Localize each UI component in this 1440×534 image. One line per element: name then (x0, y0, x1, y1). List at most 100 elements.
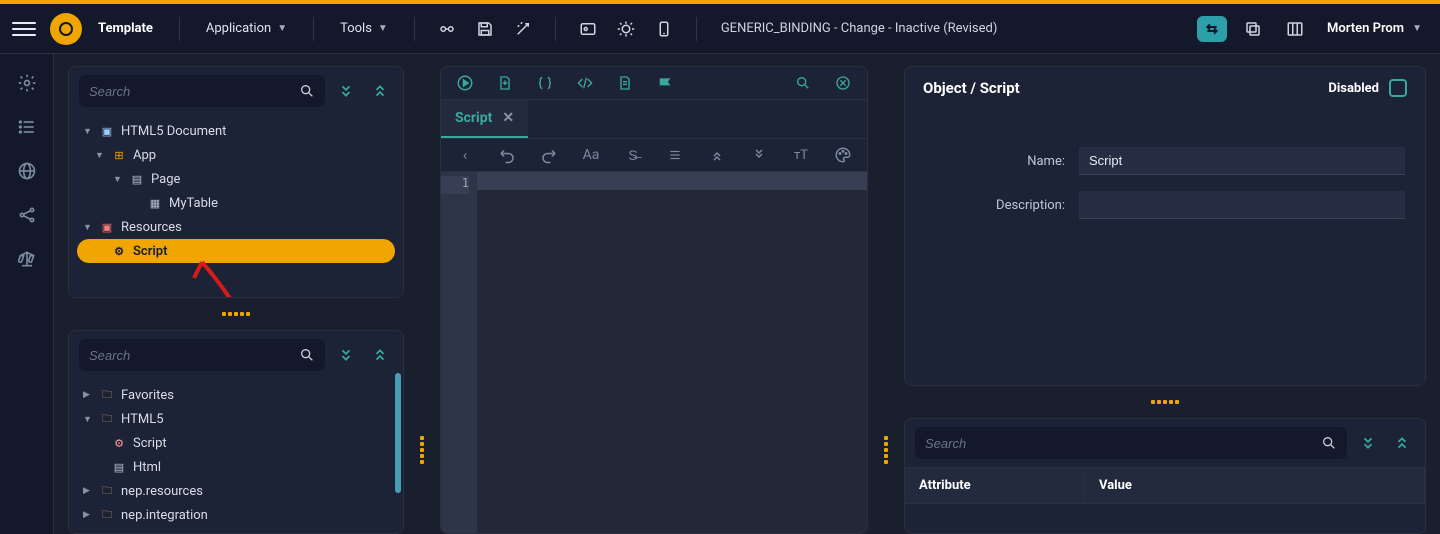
tree-root[interactable]: ▼ ▣ HTML5 Document (77, 119, 395, 143)
collapse-icon: ▼ (83, 126, 93, 137)
expand-icon: ▶ (83, 486, 93, 496)
flag-icon[interactable] (655, 73, 675, 93)
structure-search-input[interactable] (89, 84, 291, 99)
chevron-left-icon[interactable]: ‹ (455, 145, 475, 165)
name-input[interactable] (1079, 147, 1405, 175)
desc-label: Description: (925, 198, 1065, 213)
code-body[interactable] (477, 172, 867, 533)
structure-search[interactable] (79, 75, 325, 107)
expand-icon: ▶ (83, 510, 93, 520)
col-value[interactable]: Value (1085, 468, 1425, 503)
tree-script-item[interactable]: ⚙ Script (77, 431, 395, 455)
tree-nep-integration[interactable]: ▶ 🗀 nep.integration (77, 503, 395, 527)
left-column: ▼ ▣ HTML5 Document ▼ ⊞ App ▼ ▤ Page (68, 66, 404, 534)
collapse-all-icon[interactable] (333, 78, 359, 104)
col-attribute[interactable]: Attribute (905, 468, 1085, 503)
text-toolbar: ‹ Aa S̶ (441, 139, 867, 172)
separator (313, 17, 314, 41)
search-icon[interactable] (793, 73, 813, 93)
components-search-input[interactable] (89, 348, 291, 363)
tree-html-item[interactable]: ▤ Html (77, 455, 395, 479)
structure-panel: ▼ ▣ HTML5 Document ▼ ⊞ App ▼ ▤ Page (68, 66, 404, 298)
scrollbar-thumb[interactable] (395, 373, 401, 493)
text-size-icon[interactable]: тT (791, 145, 811, 165)
preview-icon[interactable] (572, 13, 604, 45)
braces-icon[interactable] (535, 73, 555, 93)
list-icon[interactable] (16, 116, 38, 138)
desc-input[interactable] (1079, 191, 1405, 219)
run-icon[interactable] (455, 73, 475, 93)
wand-icon[interactable] (507, 13, 539, 45)
attributes-search-input[interactable] (925, 436, 1313, 451)
collapse-all-icon[interactable] (1355, 430, 1381, 456)
download-icon[interactable] (495, 73, 515, 93)
bug-icon[interactable] (610, 13, 642, 45)
menu-icon[interactable] (12, 17, 36, 41)
tree-label: MyTable (169, 196, 218, 211)
layout-icon[interactable] (1279, 13, 1311, 45)
separator (555, 17, 556, 41)
share-icon[interactable] (16, 204, 38, 226)
binding-icon[interactable] (431, 13, 463, 45)
tab-bar: Script ✕ (441, 100, 867, 139)
attributes-search[interactable] (915, 427, 1347, 459)
code-icon[interactable] (575, 73, 595, 93)
save-icon[interactable] (469, 13, 501, 45)
expand-all-icon[interactable] (367, 78, 393, 104)
components-search[interactable] (79, 339, 325, 371)
settings-icon[interactable] (16, 72, 38, 94)
scales-icon[interactable] (16, 248, 38, 270)
tree-html5[interactable]: ▼ 🗀 HTML5 (77, 407, 395, 431)
expand-down-icon[interactable] (749, 145, 769, 165)
device-icon[interactable] (648, 13, 680, 45)
tree-label: Page (151, 172, 180, 187)
tree-mytable[interactable]: ▦ MyTable (77, 191, 395, 215)
code-editor[interactable]: 1 (441, 172, 867, 533)
tab-script[interactable]: Script ✕ (441, 100, 528, 138)
undo-icon[interactable] (497, 145, 517, 165)
sync-button[interactable] (1197, 16, 1227, 42)
resize-handle-horizontal[interactable] (68, 310, 404, 318)
application-menu[interactable]: Application ▼ (196, 15, 297, 42)
clear-icon[interactable] (833, 73, 853, 93)
resize-handle-vertical[interactable] (418, 390, 426, 510)
app-logo[interactable] (50, 13, 82, 45)
palette-icon[interactable] (833, 145, 853, 165)
globe-icon[interactable] (16, 160, 38, 182)
tree-resources[interactable]: ▼ ▣ Resources (77, 215, 395, 239)
chevron-down-icon: ▼ (277, 23, 287, 34)
side-rail (0, 54, 54, 534)
collapse-up-icon[interactable] (707, 145, 727, 165)
tools-menu[interactable]: Tools ▼ (330, 15, 398, 42)
redo-icon[interactable] (539, 145, 559, 165)
resize-handle-vertical[interactable] (882, 390, 890, 510)
components-tree: ▶ 🗀 Favorites ▼ 🗀 HTML5 ⚙ Script (69, 379, 403, 534)
tree-page[interactable]: ▼ ▤ Page (77, 167, 395, 191)
align-icon[interactable] (665, 145, 685, 165)
font-case-icon[interactable]: Aa (581, 145, 601, 165)
expand-all-icon[interactable] (367, 342, 393, 368)
collapse-all-icon[interactable] (333, 342, 359, 368)
current-line (477, 172, 867, 190)
folder-icon: 🗀 (99, 411, 115, 427)
table-icon: ▦ (147, 195, 163, 211)
tree-nep-resources[interactable]: ▶ 🗀 nep.resources (77, 479, 395, 503)
properties-heading: Object / Script (923, 79, 1020, 97)
strikethrough-icon[interactable]: S̶ (623, 145, 643, 165)
app-icon: ⊞ (111, 147, 127, 163)
user-menu[interactable]: Morten Prom ▼ (1321, 21, 1428, 36)
disabled-checkbox[interactable] (1389, 79, 1407, 97)
resize-handle-horizontal[interactable] (904, 398, 1426, 406)
chevron-down-icon: ▼ (1412, 23, 1422, 34)
search-icon (299, 83, 315, 99)
close-icon[interactable]: ✕ (502, 110, 514, 126)
tree-app[interactable]: ▼ ⊞ App (77, 143, 395, 167)
expand-all-icon[interactable] (1389, 430, 1415, 456)
scrollbar[interactable] (395, 373, 401, 531)
copy-icon[interactable] (1237, 13, 1269, 45)
tree-script-selected[interactable]: ⚙ Script (77, 239, 395, 263)
template-label: Template (98, 21, 153, 36)
tree-favorites[interactable]: ▶ 🗀 Favorites (77, 383, 395, 407)
chevron-down-icon: ▼ (378, 23, 388, 34)
document-icon[interactable] (615, 73, 635, 93)
